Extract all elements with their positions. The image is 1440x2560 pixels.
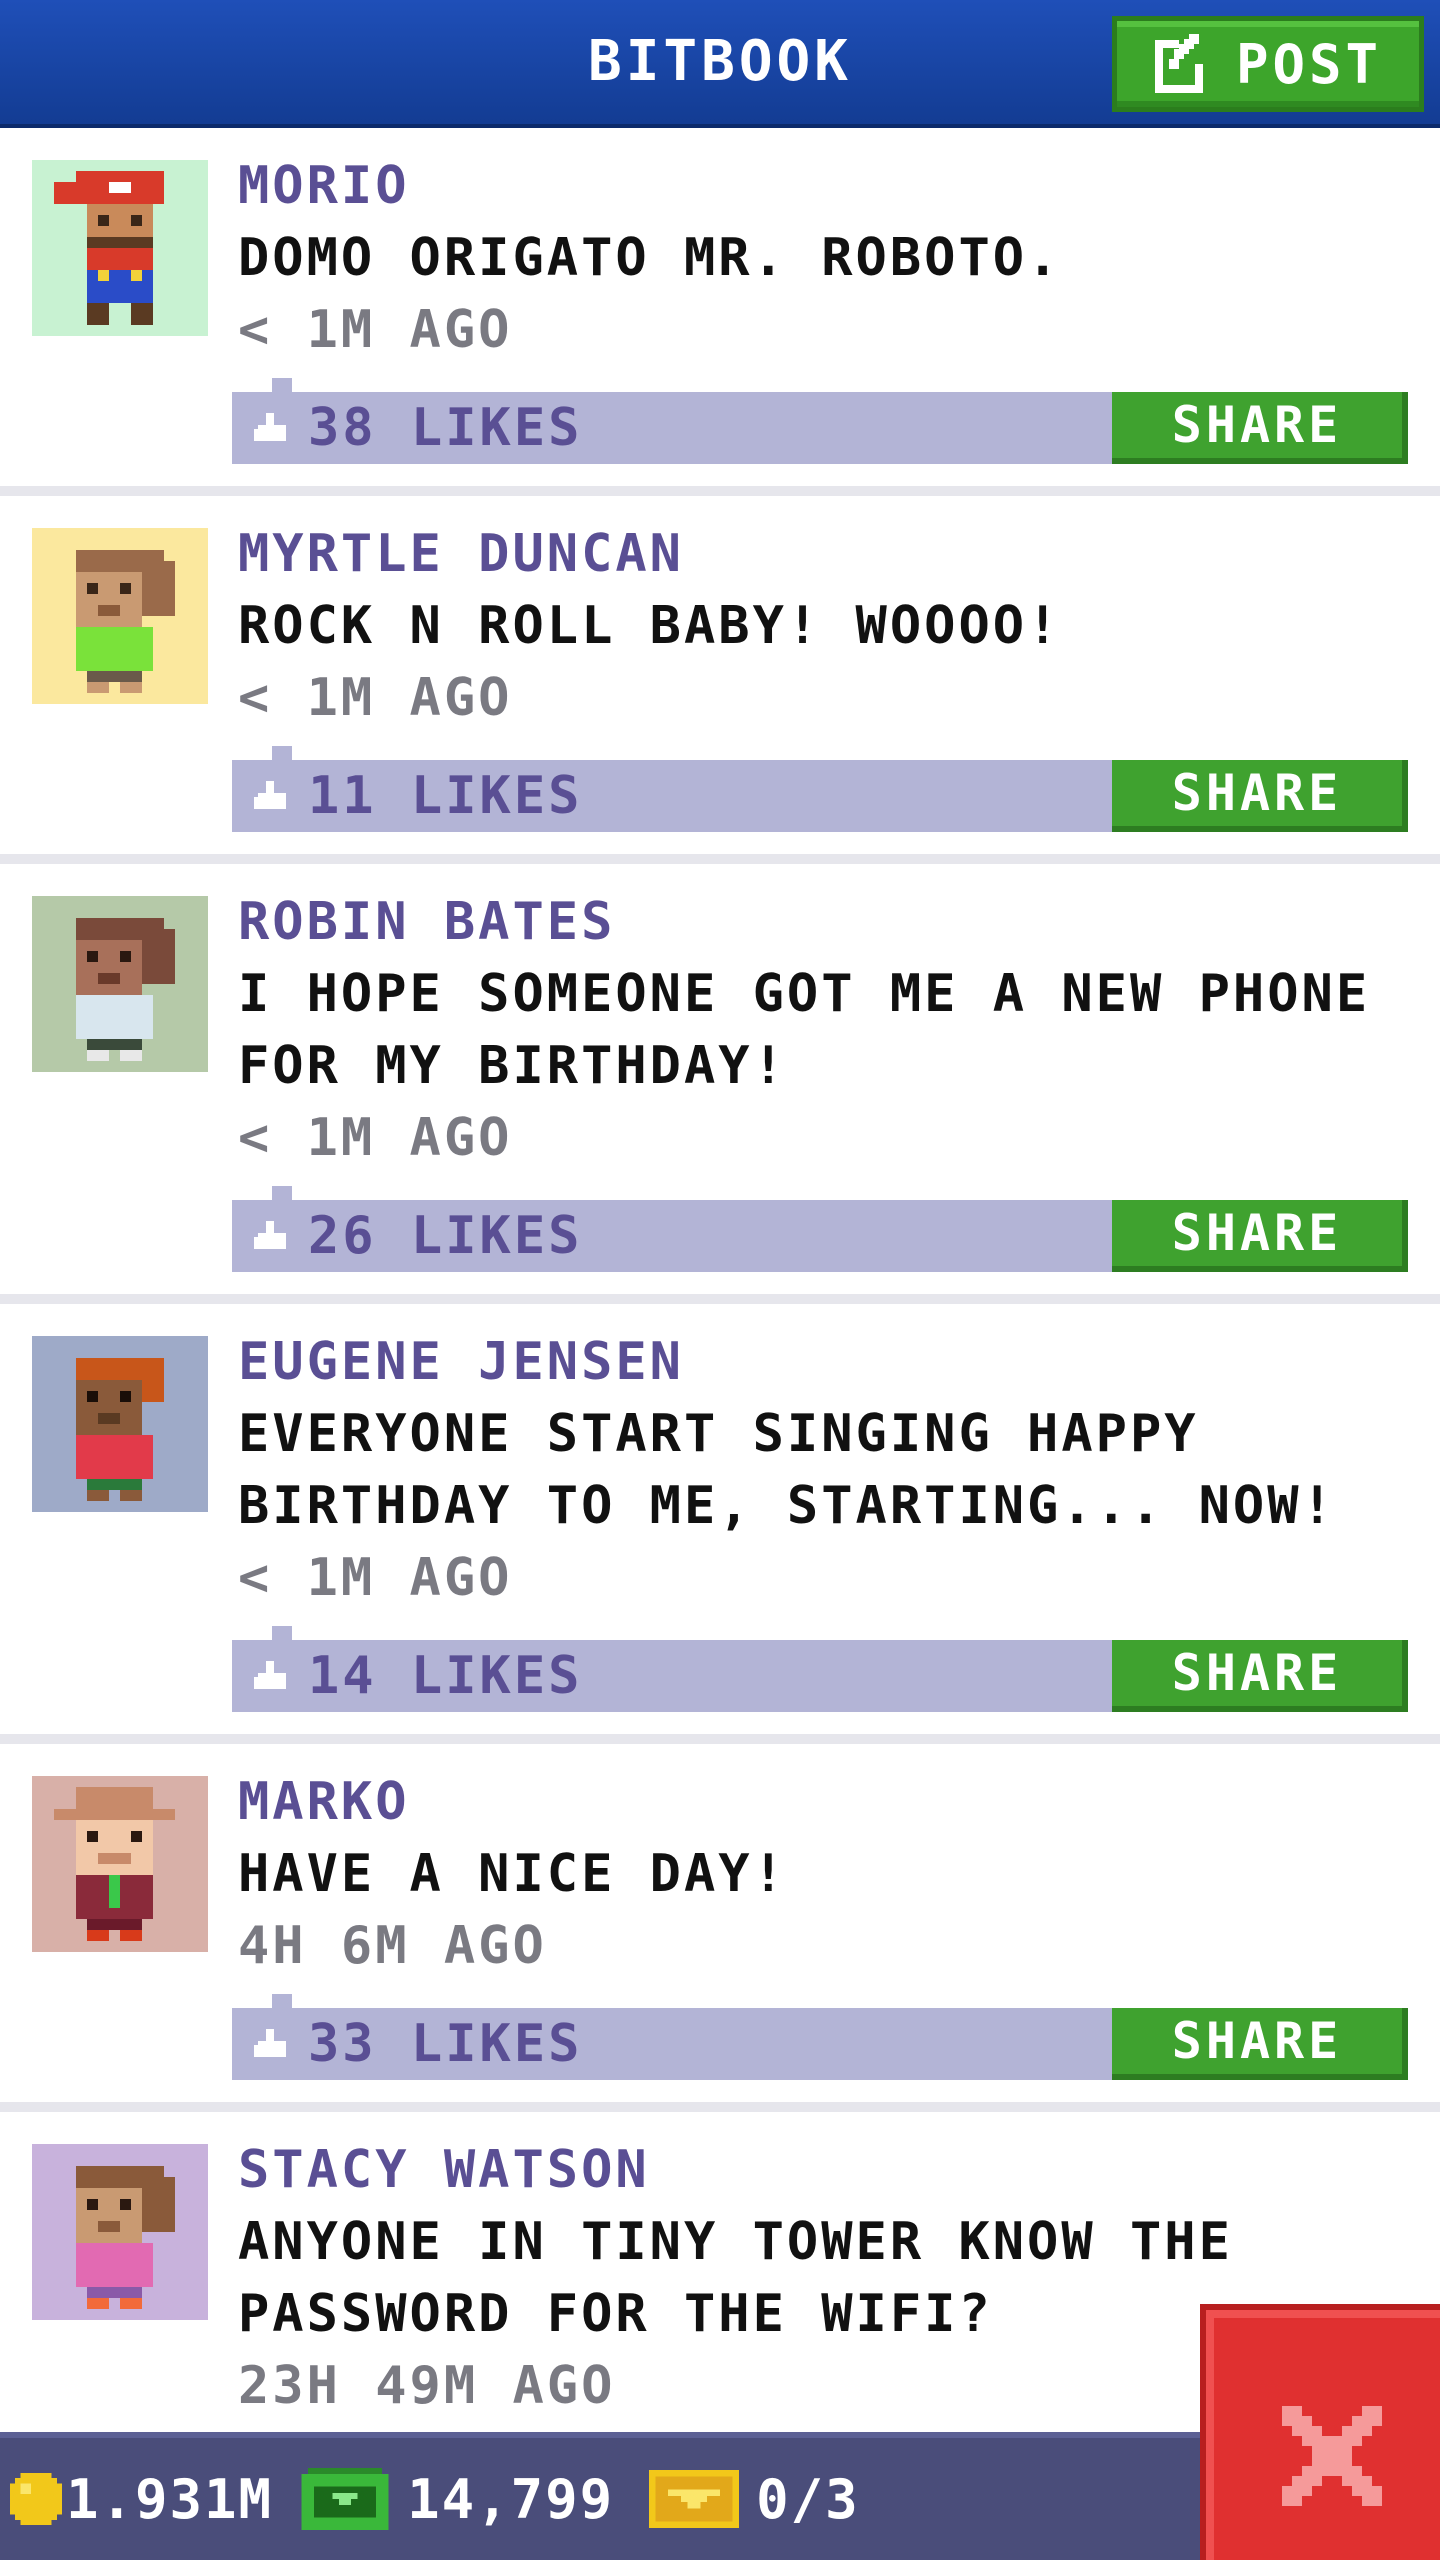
post-time: < 1M AGO (238, 300, 513, 360)
app-header: BITBOOK POST (0, 0, 1440, 128)
bux-stat: 14,799 (273, 2468, 614, 2531)
likes-count: 26 LIKES (308, 1206, 583, 1266)
avatar (32, 896, 208, 1072)
feed-post: ROBIN BATES I HOPE SOMEONE GOT ME A NEW … (0, 864, 1440, 1304)
thumbs-up-icon (254, 1661, 286, 1689)
thumbs-up-icon (254, 413, 286, 441)
post-author[interactable]: MYRTLE DUNCAN (238, 518, 1418, 590)
feed-post: MYRTLE DUNCAN ROCK N ROLL BABY! WOOOO! <… (0, 496, 1440, 864)
likes-count: 33 LIKES (308, 2014, 583, 2074)
avatar (32, 1336, 208, 1512)
feed-post: EUGENE JENSEN EVERYONE START SINGING HAP… (0, 1304, 1440, 1744)
thumbs-up-icon (254, 781, 286, 809)
bux-value: 14,799 (407, 2467, 615, 2531)
post-body: MARKO HAVE A NICE DAY! 4H 6M AGO (238, 1766, 1418, 1982)
share-button[interactable]: SHARE (1112, 1200, 1408, 1272)
post-body: MYRTLE DUNCAN ROCK N ROLL BABY! WOOOO! <… (238, 518, 1418, 734)
post-body: ROBIN BATES I HOPE SOMEONE GOT ME A NEW … (238, 886, 1418, 1174)
post-body: MORIO DOMO ORIGATO MR. ROBOTO. < 1M AGO (238, 150, 1418, 366)
likes-bar[interactable]: 33 LIKES SHARE (232, 1994, 1408, 2080)
likes-bar[interactable]: 38 LIKES SHARE (232, 378, 1408, 464)
person-green-shirt-icon (32, 528, 208, 704)
post-message: EVERYONE START SINGING HAPPY BIRTHDAY TO… (238, 1404, 1336, 1536)
person-pink-shirt-icon (32, 2144, 208, 2320)
post-button[interactable]: POST (1112, 16, 1424, 112)
close-button[interactable] (1200, 2304, 1440, 2560)
coins-stat: 1.931M (0, 2468, 273, 2531)
avatar (32, 160, 208, 336)
feed-post: MORIO DOMO ORIGATO MR. ROBOTO. < 1M AGO … (0, 128, 1440, 496)
post-author[interactable]: ROBIN BATES (238, 886, 1418, 958)
post-time: < 1M AGO (238, 1548, 513, 1608)
feed-post: MARKO HAVE A NICE DAY! 4H 6M AGO 33 LIKE… (0, 1744, 1440, 2112)
post-author[interactable]: STACY WATSON (238, 2134, 1418, 2206)
person-red-shirt-icon (32, 1336, 208, 1512)
post-button-label: POST (1235, 32, 1383, 96)
likes-bar[interactable]: 26 LIKES SHARE (232, 1186, 1408, 1272)
avatar (32, 1776, 208, 1952)
person-light-shirt-icon (32, 896, 208, 1072)
likes-bar[interactable]: 14 LIKES SHARE (232, 1626, 1408, 1712)
share-button[interactable]: SHARE (1112, 392, 1408, 464)
mario-like-character-icon (32, 160, 208, 336)
tickets-stat: 0/3 (614, 2468, 860, 2531)
post-message: I HOPE SOMEONE GOT ME A NEW PHONE FOR MY… (238, 964, 1371, 1096)
coin-icon (10, 2473, 62, 2525)
avatar (32, 2144, 208, 2320)
likes-count: 11 LIKES (308, 766, 583, 826)
post-author[interactable]: MARKO (238, 1766, 1418, 1838)
post-message: HAVE A NICE DAY! (238, 1844, 787, 1904)
tickets-value: 0/3 (756, 2467, 860, 2531)
thumbs-up-icon (254, 1221, 286, 1249)
likes-count: 14 LIKES (308, 1646, 583, 1706)
edit-icon (1154, 34, 1214, 93)
post-message: DOMO ORIGATO MR. ROBOTO. (238, 228, 1062, 288)
thumbs-up-icon (254, 2029, 286, 2057)
post-time: < 1M AGO (238, 668, 513, 728)
post-author[interactable]: EUGENE JENSEN (238, 1326, 1418, 1398)
post-message: ROCK N ROLL BABY! WOOOO! (238, 596, 1062, 656)
share-button[interactable]: SHARE (1112, 1640, 1408, 1712)
person-hat-icon (32, 1776, 208, 1952)
bux-icon (301, 2468, 389, 2530)
coins-value: 1.931M (66, 2467, 274, 2531)
feed[interactable]: MORIO DOMO ORIGATO MR. ROBOTO. < 1M AGO … (0, 128, 1440, 2452)
likes-bar[interactable]: 11 LIKES SHARE (232, 746, 1408, 832)
post-body: EUGENE JENSEN EVERYONE START SINGING HAP… (238, 1326, 1418, 1614)
post-author[interactable]: MORIO (238, 150, 1418, 222)
ticket-icon (649, 2470, 740, 2528)
close-icon (1282, 2406, 1382, 2506)
avatar (32, 528, 208, 704)
likes-count: 38 LIKES (308, 398, 583, 458)
share-button[interactable]: SHARE (1112, 760, 1408, 832)
post-time: < 1M AGO (238, 1108, 513, 1168)
share-button[interactable]: SHARE (1112, 2008, 1408, 2080)
post-time: 4H 6M AGO (238, 1916, 547, 1976)
